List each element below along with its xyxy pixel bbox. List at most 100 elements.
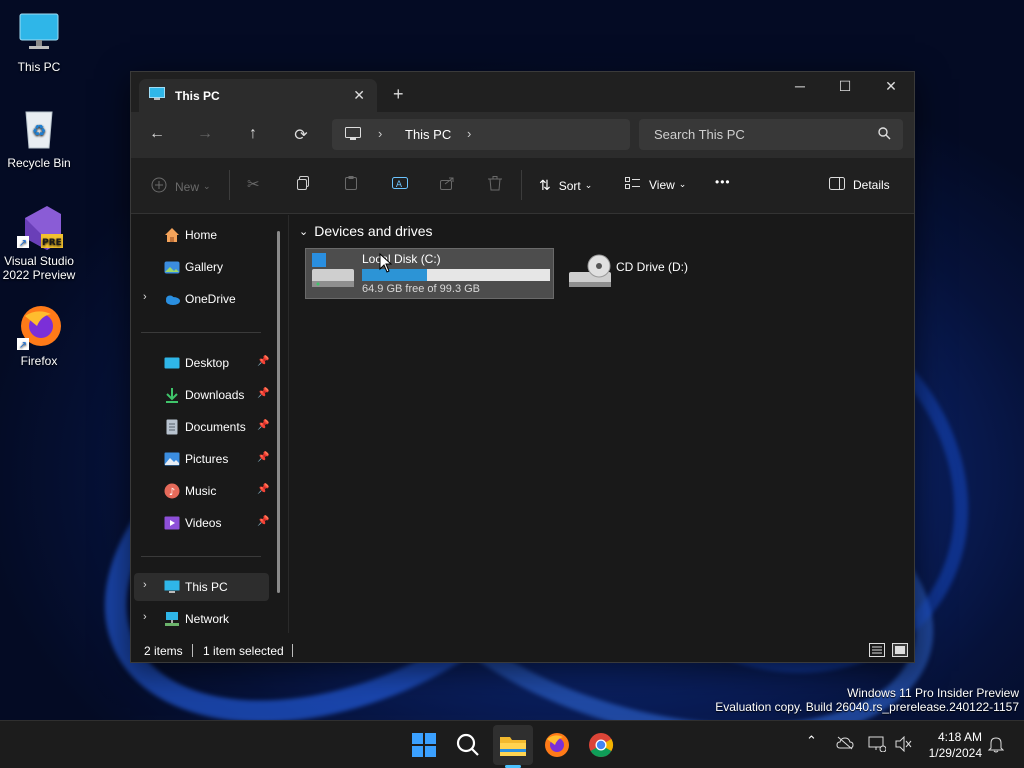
visual-studio-icon: PRE ↗ [17, 204, 63, 250]
sidebar-item-this-pc[interactable]: › This PC [134, 573, 269, 601]
details-button[interactable]: Details [829, 177, 890, 193]
chevron-down-icon: ⌄ [203, 181, 211, 191]
start-button[interactable] [408, 729, 440, 761]
more-options-button[interactable]: ••• [715, 175, 731, 189]
desktop-icon-recycle-bin[interactable]: ♻ Recycle Bin [1, 106, 77, 170]
pre-badge: PRE [42, 238, 62, 248]
sort-button[interactable]: ⇅ Sort ⌄ [539, 177, 592, 194]
search-icon [878, 127, 891, 143]
volume-muted-icon[interactable] [894, 735, 912, 755]
close-window-button[interactable]: ✕ [876, 78, 906, 102]
search-box[interactable]: Search This PC [639, 119, 903, 150]
sidebar-item-label: Videos [185, 516, 222, 530]
minimize-button[interactable]: ─ [785, 78, 815, 102]
address-bar[interactable]: › This PC › [332, 119, 630, 150]
sidebar-item-network[interactable]: › Network [131, 605, 269, 633]
rename-icon[interactable]: A [391, 175, 409, 191]
divider [141, 332, 261, 333]
copy-icon[interactable] [295, 175, 311, 191]
share-icon[interactable] [439, 175, 455, 191]
details-label: Details [853, 178, 890, 192]
tiles-view-button[interactable] [892, 643, 908, 660]
sidebar-item-label: Network [185, 612, 230, 626]
sidebar-item-label: OneDrive [185, 292, 236, 306]
drive-name: Local Disk (C:) [362, 252, 441, 266]
drive-local-disk-c[interactable]: Local Disk (C:) 64.9 GB free of 99.3 GB [305, 248, 554, 299]
details-view-button[interactable] [869, 643, 885, 660]
sidebar-item-videos[interactable]: Videos 📌 [131, 509, 269, 537]
refresh-button[interactable]: ⟳ [291, 125, 311, 145]
sidebar-item-label: Documents [185, 420, 246, 434]
divider [141, 556, 261, 557]
view-button[interactable]: View ⌄ [625, 177, 686, 192]
sidebar-item-pictures[interactable]: Pictures 📌 [131, 445, 269, 473]
clock-time: 4:18 AM [937, 730, 982, 744]
document-icon [164, 419, 180, 435]
sidebar-item-desktop[interactable]: Desktop 📌 [131, 349, 269, 377]
sidebar-item-label: This PC [185, 580, 228, 594]
chevron-down-icon: ⌄ [299, 225, 309, 238]
group-header-devices[interactable]: ⌄ Devices and drives [299, 223, 433, 239]
chevron-down-icon: ⌄ [584, 180, 593, 190]
home-icon [164, 227, 180, 243]
chevron-right-icon[interactable]: › [143, 291, 147, 303]
desktop-icon-label: Firefox [20, 354, 58, 368]
sidebar-scrollbar[interactable] [277, 231, 280, 593]
item-count: 2 items [144, 644, 183, 658]
sidebar-item-label: Music [185, 484, 217, 498]
new-button[interactable]: New ⌄ [151, 177, 211, 196]
chevron-up-icon[interactable]: ⌃ [806, 733, 817, 749]
paste-icon[interactable] [343, 175, 359, 191]
divider [521, 170, 522, 200]
chevron-right-icon[interactable]: › [143, 611, 147, 623]
sidebar-item-label: Gallery [185, 260, 224, 274]
cloud-offline-icon[interactable] [836, 736, 854, 753]
chevron-down-icon: ⌄ [678, 179, 687, 189]
monitor-icon [149, 87, 165, 104]
up-button[interactable]: ↑ [243, 125, 263, 143]
title-bar: This PC ✕ + ─ ☐ ✕ [131, 72, 914, 112]
recycle-bin-icon: ♻ [17, 106, 61, 150]
maximize-button[interactable]: ☐ [830, 78, 860, 102]
desktop-icon-this-pc[interactable]: This PC [1, 10, 77, 74]
sidebar-item-music[interactable]: ♪ Music 📌 [131, 477, 269, 505]
sidebar-item-documents[interactable]: Documents 📌 [131, 413, 269, 441]
sidebar-item-downloads[interactable]: Downloads 📌 [131, 381, 269, 409]
sidebar-item-label: Downloads [185, 388, 245, 402]
sidebar-item-onedrive[interactable]: › OneDrive [131, 285, 269, 313]
selection-count: 1 item selected [203, 644, 284, 658]
tab-this-pc[interactable]: This PC ✕ [139, 79, 377, 112]
system-clock[interactable]: 4:18 AM 1/29/2024 [920, 729, 982, 761]
chevron-right-icon[interactable]: › [143, 579, 147, 591]
search-button[interactable] [452, 729, 484, 761]
content-pane: ⌄ Devices and drives Local Disk (C:) 64.… [289, 215, 915, 633]
svg-text:↗: ↗ [19, 238, 27, 249]
tab-title: This PC [175, 88, 220, 103]
network-status-icon[interactable] [868, 736, 887, 755]
back-button[interactable]: ← [147, 125, 167, 143]
videos-icon [164, 515, 180, 531]
sidebar-item-home[interactable]: Home [131, 221, 269, 249]
drive-cd-d[interactable]: CD Drive (D:) [561, 248, 761, 299]
download-icon [164, 387, 180, 403]
desktop-icon-firefox[interactable]: ↗ Firefox [1, 304, 77, 368]
chevron-right-icon[interactable]: › [378, 126, 382, 141]
firefox-taskbar-icon[interactable] [541, 729, 573, 761]
plus-circle-icon [151, 177, 167, 196]
notification-bell-icon[interactable] [987, 735, 1005, 756]
desktop-icon-visual-studio[interactable]: PRE ↗ Visual Studio 2022 Preview [1, 204, 77, 282]
sidebar-item-gallery[interactable]: Gallery [131, 253, 269, 281]
breadcrumb-this-pc[interactable]: This PC [405, 127, 451, 142]
forward-button[interactable]: → [195, 125, 215, 143]
hard-drive-icon [310, 251, 356, 298]
cut-icon[interactable]: ✂ [247, 175, 260, 193]
monitor-icon [164, 579, 180, 595]
new-tab-button[interactable]: + [393, 84, 404, 105]
desktop-folder-icon [164, 355, 180, 371]
chrome-taskbar-icon[interactable] [585, 729, 617, 761]
divider [292, 644, 293, 657]
chevron-right-icon[interactable]: › [467, 126, 471, 141]
file-explorer-taskbar-icon[interactable] [497, 729, 529, 761]
close-tab-button[interactable]: ✕ [353, 87, 365, 104]
delete-icon[interactable] [487, 175, 503, 191]
